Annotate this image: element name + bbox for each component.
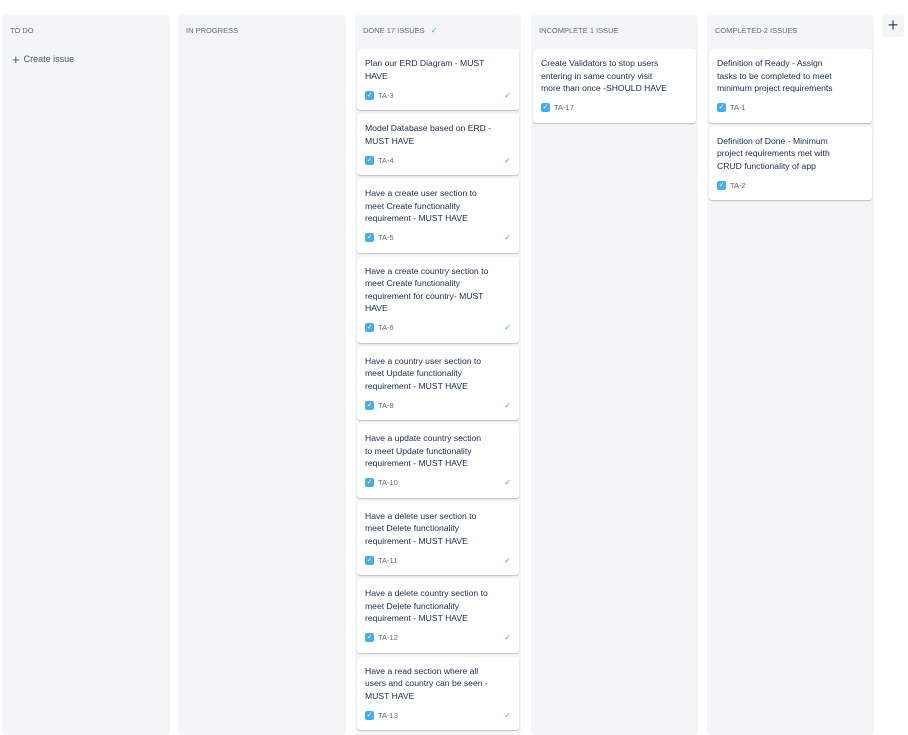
create-issue-button[interactable]: + Create issue bbox=[12, 51, 75, 67]
add-column-button[interactable]: + bbox=[882, 15, 904, 37]
issue-footer: ✓ TA-11 ✓ bbox=[365, 554, 511, 566]
issue-key[interactable]: TA-4 bbox=[378, 156, 394, 165]
issue-key[interactable]: TA-6 bbox=[378, 323, 394, 332]
issue-card[interactable]: Plan our ERD Diagram - MUST HAVE ✓ TA-3 … bbox=[357, 49, 519, 110]
column-title: COMPLETED 2 ISSUES bbox=[715, 26, 798, 35]
card-list: Plan our ERD Diagram - MUST HAVE ✓ TA-3 … bbox=[357, 49, 519, 730]
issue-footer: ✓ TA-3 ✓ bbox=[365, 89, 511, 101]
task-type-icon: ✓ bbox=[365, 233, 374, 242]
column-title: INCOMPLETE 1 ISSUE bbox=[539, 26, 619, 35]
issue-card[interactable]: Have a country user section to meet Upda… bbox=[357, 346, 519, 420]
issue-key[interactable]: TA-3 bbox=[378, 91, 394, 100]
plus-icon: + bbox=[12, 51, 20, 67]
issue-key[interactable]: TA-10 bbox=[378, 478, 398, 487]
issue-footer: ✓ TA-6 ✓ bbox=[365, 322, 511, 334]
column-title: IN PROGRESS bbox=[186, 26, 239, 35]
issue-card[interactable]: Have a read section where all users and … bbox=[357, 656, 519, 730]
done-check-icon: ✓ bbox=[504, 555, 511, 565]
column-header: DONE 17 ISSUES ✓ bbox=[363, 26, 437, 35]
issue-key[interactable]: TA-13 bbox=[378, 711, 398, 720]
task-type-icon: ✓ bbox=[365, 633, 374, 642]
task-type-icon: ✓ bbox=[365, 155, 374, 165]
issue-card[interactable]: Have a update country section to meet Up… bbox=[357, 424, 519, 498]
task-type-icon: ✓ bbox=[365, 478, 374, 487]
issue-key[interactable]: TA-2 bbox=[730, 181, 746, 190]
issue-card[interactable]: Have a create country section to meet Cr… bbox=[357, 256, 519, 343]
column-title: TO DO bbox=[10, 26, 34, 35]
task-type-icon: ✓ bbox=[541, 103, 550, 112]
column-in-progress: IN PROGRESS bbox=[178, 15, 346, 735]
column-header: IN PROGRESS bbox=[186, 26, 238, 35]
issue-summary: Definition of Done - Minimum project req… bbox=[717, 135, 830, 171]
issue-card[interactable]: Have a delete user section to meet Delet… bbox=[357, 501, 519, 575]
done-check-icon: ✓ bbox=[504, 400, 511, 410]
task-type-icon: ✓ bbox=[717, 180, 726, 190]
column-header: COMPLETED 2 ISSUES bbox=[715, 26, 798, 35]
issue-key[interactable]: TA-1 bbox=[730, 103, 746, 112]
issue-summary: Plan our ERD Diagram - MUST HAVE bbox=[365, 58, 485, 81]
issue-card[interactable]: Have a create user section to meet Creat… bbox=[357, 179, 519, 253]
task-type-icon: ✓ bbox=[365, 323, 374, 332]
issue-card[interactable]: Definition of Done - Minimum project req… bbox=[709, 126, 872, 200]
column-completed-issues: COMPLETED 2 ISSUES Definition of Ready -… bbox=[707, 15, 874, 735]
issue-footer: ✓ TA-10 ✓ bbox=[365, 477, 511, 489]
column-header: INCOMPLETE 1 ISSUE bbox=[539, 26, 619, 35]
issue-footer: ✓ TA-13 ✓ bbox=[365, 709, 511, 721]
column-title: DONE 17 ISSUES bbox=[363, 26, 425, 35]
task-type-icon: ✓ bbox=[365, 710, 374, 720]
check-icon: ✓ bbox=[430, 26, 438, 35]
issue-summary: Have a update country section to meet Up… bbox=[365, 433, 482, 468]
done-check-icon: ✓ bbox=[504, 478, 511, 487]
issue-footer: ✓ TA-12 ✓ bbox=[365, 632, 511, 644]
issue-summary: Have a create user section to meet Creat… bbox=[365, 188, 477, 223]
card-list: Definition of Ready - Assign tasks to be… bbox=[709, 49, 872, 200]
done-check-icon: ✓ bbox=[504, 90, 511, 100]
done-check-icon: ✓ bbox=[504, 155, 511, 165]
create-issue-label: Create issue bbox=[23, 54, 75, 64]
task-type-icon: ✓ bbox=[365, 555, 374, 565]
issue-key[interactable]: TA-8 bbox=[378, 401, 394, 410]
issue-summary: Have a delete country section to meet De… bbox=[365, 588, 488, 623]
task-type-icon: ✓ bbox=[717, 103, 726, 112]
issue-summary: Have a country user section to meet Upda… bbox=[365, 355, 482, 391]
issue-summary: Have a read section where all users and … bbox=[365, 665, 488, 701]
column-incomplete-issue: INCOMPLETE 1 ISSUE Create Validators to … bbox=[531, 15, 698, 735]
issue-key[interactable]: TA-11 bbox=[378, 556, 397, 565]
done-check-icon: ✓ bbox=[504, 633, 511, 642]
issue-key[interactable]: TA-5 bbox=[378, 233, 394, 242]
task-type-icon: ✓ bbox=[365, 400, 374, 410]
done-check-icon: ✓ bbox=[504, 710, 511, 720]
issue-card[interactable]: Create Validators to stop users entering… bbox=[533, 49, 696, 123]
issue-footer: ✓ TA-8 ✓ bbox=[365, 399, 511, 411]
column-to-do: TO DO + Create issue bbox=[2, 15, 170, 735]
issue-footer: ✓ TA-1 bbox=[717, 102, 864, 114]
done-check-icon: ✓ bbox=[504, 323, 511, 332]
column-done-issues: DONE 17 ISSUES ✓ Plan our ERD Diagram - M… bbox=[355, 15, 521, 735]
done-check-icon: ✓ bbox=[504, 233, 511, 242]
issue-summary: Definition of Ready - Assign tasks to be… bbox=[717, 58, 833, 93]
issue-card[interactable]: Model Database based on ERD - MUST HAVE … bbox=[357, 114, 519, 175]
issue-summary: Model Database based on ERD - MUST HAVE bbox=[365, 123, 492, 146]
issue-card[interactable]: Have a delete country section to meet De… bbox=[357, 579, 519, 653]
task-type-icon: ✓ bbox=[365, 90, 374, 100]
issue-summary: Have a delete user section to meet Delet… bbox=[365, 510, 477, 546]
issue-key[interactable]: TA-17 bbox=[554, 103, 574, 112]
issue-footer: ✓ TA-17 bbox=[541, 102, 688, 114]
column-header: TO DO bbox=[10, 26, 34, 35]
issue-card[interactable]: Definition of Ready - Assign tasks to be… bbox=[709, 49, 872, 123]
card-list: Create Validators to stop users entering… bbox=[533, 49, 696, 123]
issue-footer: ✓ TA-4 ✓ bbox=[365, 154, 511, 166]
issue-key[interactable]: TA-12 bbox=[378, 633, 398, 642]
issue-footer: ✓ TA-5 ✓ bbox=[365, 232, 511, 244]
issue-summary: Have a create country section to meet Cr… bbox=[365, 265, 489, 314]
issue-footer: ✓ TA-2 bbox=[717, 179, 864, 191]
issue-summary: Create Validators to stop users entering… bbox=[541, 58, 667, 93]
